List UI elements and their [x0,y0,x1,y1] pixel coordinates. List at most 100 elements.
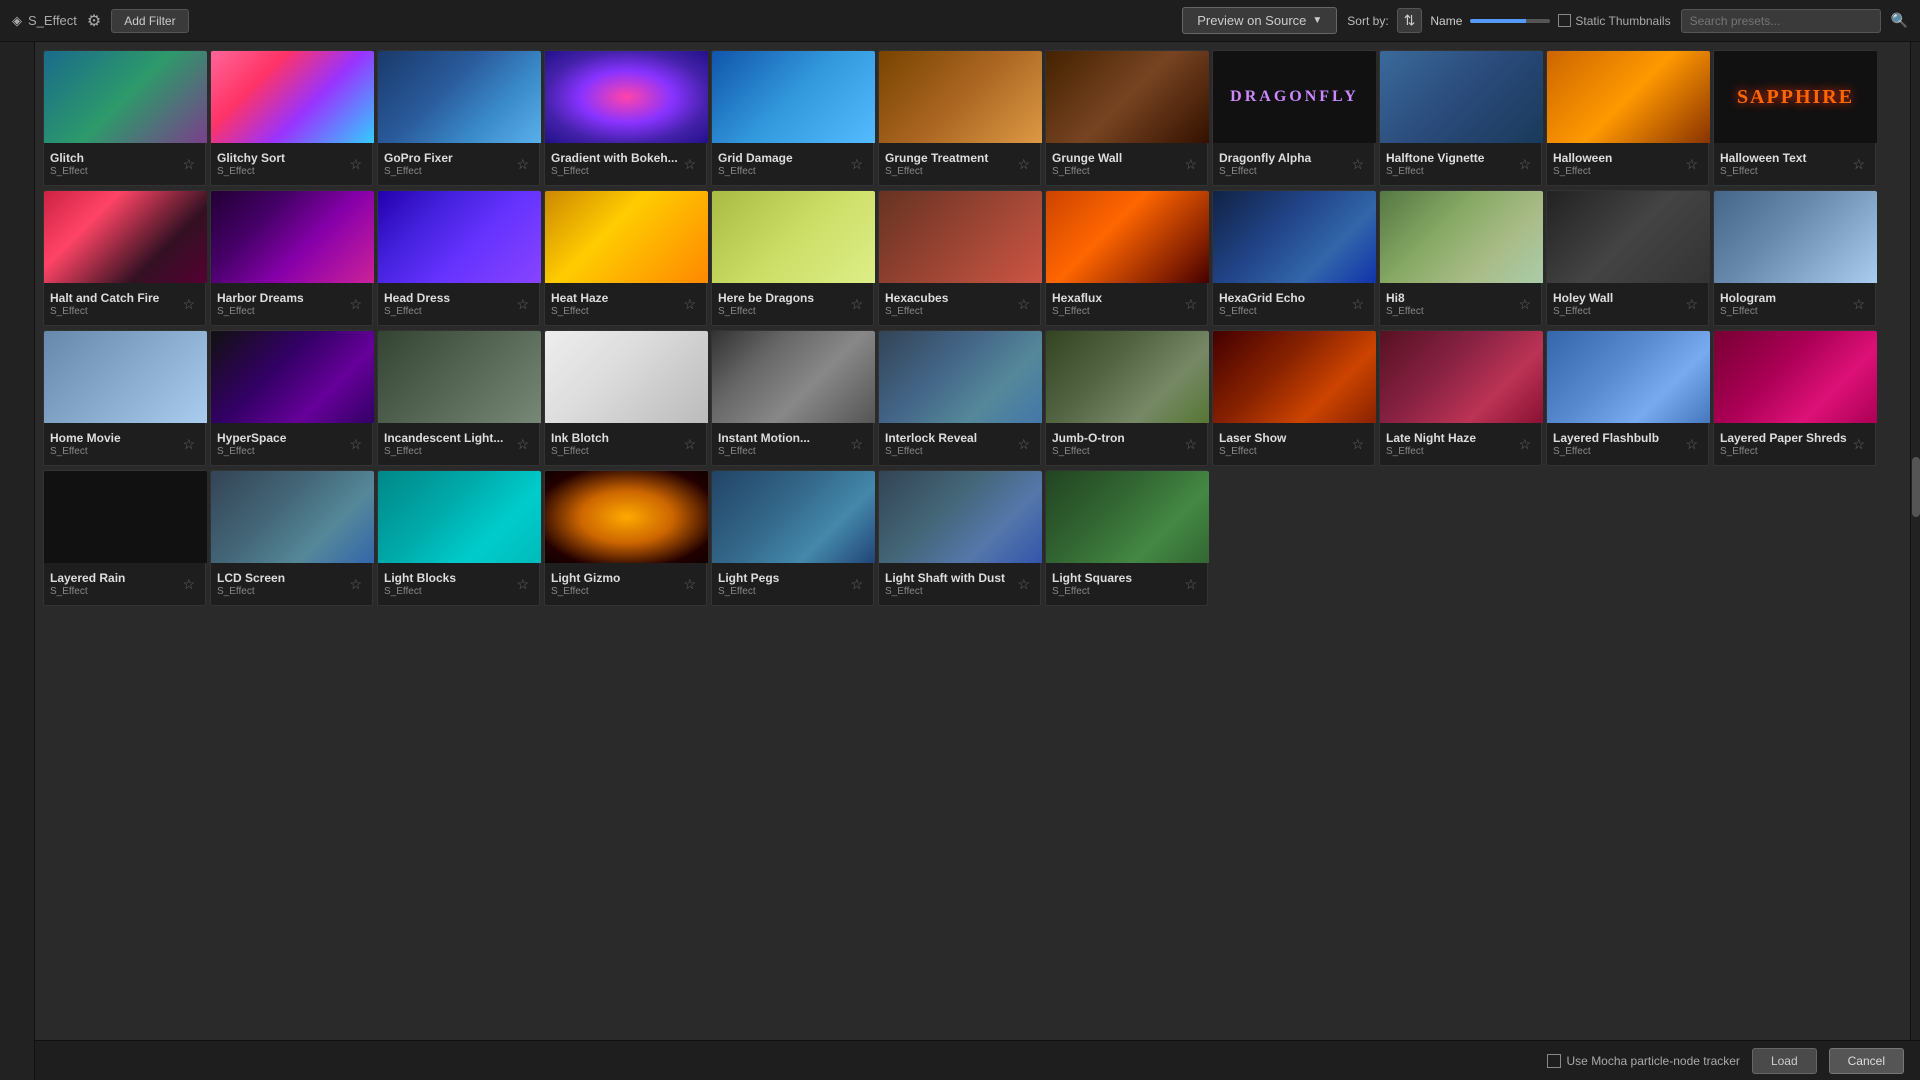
star-button-glitch[interactable]: ☆ [178,154,199,175]
star-button-ink-blotch[interactable]: ☆ [679,434,700,455]
static-thumb-checkbox[interactable] [1558,14,1571,27]
effect-thumb-late-night [1380,331,1543,423]
settings-icon[interactable]: ⚙ [87,11,101,31]
effect-card-layered-paper[interactable]: Layered Paper ShredsS_Effect☆ [1713,330,1876,466]
effect-name-gradient-bokeh: Gradient with Bokeh... [551,151,679,167]
effect-card-light-blocks[interactable]: Light BlocksS_Effect☆ [377,470,540,606]
star-button-instant-motion[interactable]: ☆ [846,434,867,455]
star-button-hyperspace[interactable]: ☆ [345,434,366,455]
star-button-layered-flash[interactable]: ☆ [1681,434,1702,455]
effect-thumb-hi8 [1380,191,1543,283]
effect-card-here-dragons[interactable]: Here be DragonsS_Effect☆ [711,190,874,326]
star-button-light-shaft[interactable]: ☆ [1013,574,1034,595]
use-plugin-checkbox[interactable] [1547,1054,1561,1068]
cancel-button[interactable]: Cancel [1829,1048,1904,1074]
static-thumbnails-toggle[interactable]: Static Thumbnails [1558,14,1670,28]
effect-card-grunge-treatment[interactable]: Grunge TreatmentS_Effect☆ [878,50,1041,186]
effect-card-lcd[interactable]: LCD ScreenS_Effect☆ [210,470,373,606]
effect-card-gopro[interactable]: GoPro FixerS_Effect☆ [377,50,540,186]
star-button-layered-rain[interactable]: ☆ [178,574,199,595]
effect-card-jumb-o-tron[interactable]: Jumb-O-tronS_Effect☆ [1045,330,1208,466]
star-button-hexaflux[interactable]: ☆ [1180,294,1201,315]
star-button-interlock[interactable]: ☆ [1013,434,1034,455]
effect-card-holey-wall[interactable]: Holey WallS_Effect☆ [1546,190,1709,326]
effect-card-laser-show[interactable]: Laser ShowS_Effect☆ [1212,330,1375,466]
effect-card-halloween[interactable]: HalloweenS_Effect☆ [1546,50,1709,186]
star-button-halt-catch[interactable]: ☆ [178,294,199,315]
add-filter-button[interactable]: Add Filter [111,9,188,33]
effects-grid[interactable]: GlitchS_Effect☆Glitchy SortS_Effect☆GoPr… [35,42,1910,1080]
effect-card-dragonfly[interactable]: DRAGONFLYDragonfly AlphaS_Effect☆ [1212,50,1375,186]
effect-card-hyperspace[interactable]: HyperSpaceS_Effect☆ [210,330,373,466]
effect-card-late-night[interactable]: Late Night HazeS_Effect☆ [1379,330,1542,466]
star-button-here-dragons[interactable]: ☆ [846,294,867,315]
effect-card-light-pegs[interactable]: Light PegsS_Effect☆ [711,470,874,606]
effect-card-harbor-dreams[interactable]: Harbor DreamsS_Effect☆ [210,190,373,326]
effect-card-ink-blotch[interactable]: Ink BlotchS_Effect☆ [544,330,707,466]
search-input[interactable] [1681,9,1881,33]
effect-card-head-dress[interactable]: Head DressS_Effect☆ [377,190,540,326]
effect-card-halt-catch[interactable]: Halt and Catch FireS_Effect☆ [43,190,206,326]
star-button-hi8[interactable]: ☆ [1514,294,1535,315]
star-button-halloween-text[interactable]: ☆ [1848,154,1869,175]
effect-card-heat-haze[interactable]: Heat HazeS_Effect☆ [544,190,707,326]
star-button-gopro[interactable]: ☆ [512,154,533,175]
star-button-glitchy-sort[interactable]: ☆ [345,154,366,175]
scrollbar[interactable] [1910,42,1920,1080]
effect-card-layered-flash[interactable]: Layered FlashbulbS_Effect☆ [1546,330,1709,466]
star-button-lcd[interactable]: ☆ [345,574,366,595]
star-button-hexacubes[interactable]: ☆ [1013,294,1034,315]
effect-card-gradient-bokeh[interactable]: Gradient with Bokeh...S_Effect☆ [544,50,707,186]
star-button-halloween[interactable]: ☆ [1681,154,1702,175]
effect-card-home-movie[interactable]: Home MovieS_Effect☆ [43,330,206,466]
effect-card-grunge-wall[interactable]: Grunge WallS_Effect☆ [1045,50,1208,186]
star-button-jumb-o-tron[interactable]: ☆ [1180,434,1201,455]
apply-button[interactable]: Load [1752,1048,1817,1074]
effect-card-light-shaft[interactable]: Light Shaft with DustS_Effect☆ [878,470,1041,606]
effect-card-light-squares[interactable]: Light SquaresS_Effect☆ [1045,470,1208,606]
effect-card-halftone[interactable]: Halftone VignetteS_Effect☆ [1379,50,1542,186]
star-button-light-gizmo[interactable]: ☆ [679,574,700,595]
star-button-late-night[interactable]: ☆ [1514,434,1535,455]
search-button[interactable]: 🔍 [1891,12,1908,29]
effect-card-incandescent[interactable]: Incandescent Light...S_Effect☆ [377,330,540,466]
sort-order-button[interactable]: ⇅ [1397,8,1423,33]
star-button-harbor-dreams[interactable]: ☆ [345,294,366,315]
star-button-halftone[interactable]: ☆ [1514,154,1535,175]
star-button-home-movie[interactable]: ☆ [178,434,199,455]
star-button-heat-haze[interactable]: ☆ [679,294,700,315]
effect-card-grid-damage[interactable]: Grid DamageS_Effect☆ [711,50,874,186]
star-button-gradient-bokeh[interactable]: ☆ [679,154,700,175]
scrollbar-thumb[interactable] [1912,457,1920,517]
star-button-grid-damage[interactable]: ☆ [846,154,867,175]
effect-info-hexacubes: HexacubesS_Effect☆ [879,283,1040,325]
effect-card-hologram[interactable]: HologramS_Effect☆ [1713,190,1876,326]
effect-card-halloween-text[interactable]: SAPPHIREHalloween TextS_Effect☆ [1713,50,1876,186]
star-button-laser-show[interactable]: ☆ [1347,434,1368,455]
star-button-head-dress[interactable]: ☆ [512,294,533,315]
star-button-light-pegs[interactable]: ☆ [846,574,867,595]
star-button-light-squares[interactable]: ☆ [1180,574,1201,595]
effect-card-light-gizmo[interactable]: Light GizmoS_Effect☆ [544,470,707,606]
star-button-light-blocks[interactable]: ☆ [512,574,533,595]
preview-on-source-button[interactable]: Preview on Source ▼ [1182,7,1337,34]
effect-card-layered-rain[interactable]: Layered RainS_Effect☆ [43,470,206,606]
effect-info-here-dragons: Here be DragonsS_Effect☆ [712,283,873,325]
star-button-hexagrid[interactable]: ☆ [1347,294,1368,315]
sort-slider[interactable] [1470,19,1550,23]
effect-card-hexacubes[interactable]: HexacubesS_Effect☆ [878,190,1041,326]
effect-card-hexaflux[interactable]: HexafluxS_Effect☆ [1045,190,1208,326]
star-button-incandescent[interactable]: ☆ [512,434,533,455]
effect-card-glitchy-sort[interactable]: Glitchy SortS_Effect☆ [210,50,373,186]
star-button-dragonfly[interactable]: ☆ [1347,154,1368,175]
star-button-hologram[interactable]: ☆ [1848,294,1869,315]
star-button-grunge-wall[interactable]: ☆ [1180,154,1201,175]
star-button-grunge-treatment[interactable]: ☆ [1013,154,1034,175]
effect-card-glitch[interactable]: GlitchS_Effect☆ [43,50,206,186]
effect-card-interlock[interactable]: Interlock RevealS_Effect☆ [878,330,1041,466]
effect-card-hexagrid[interactable]: HexaGrid EchoS_Effect☆ [1212,190,1375,326]
effect-card-hi8[interactable]: Hi8S_Effect☆ [1379,190,1542,326]
star-button-holey-wall[interactable]: ☆ [1681,294,1702,315]
star-button-layered-paper[interactable]: ☆ [1848,434,1869,455]
effect-card-instant-motion[interactable]: Instant Motion...S_Effect☆ [711,330,874,466]
